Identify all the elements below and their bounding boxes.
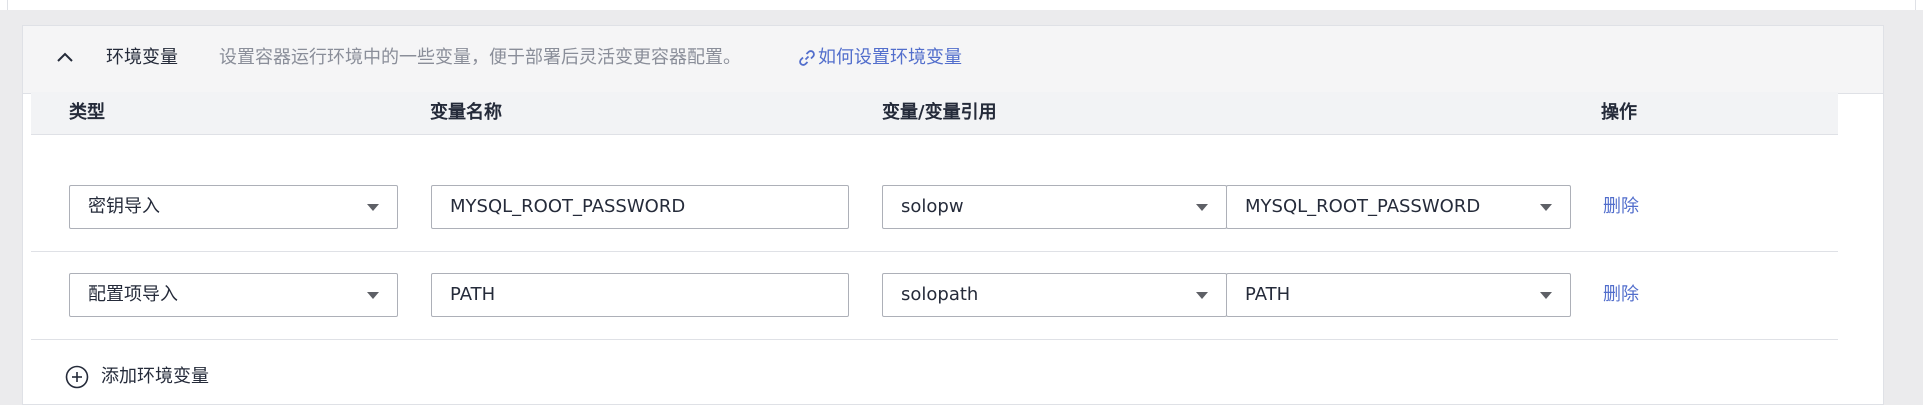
ref-source-select-value: solopath [901,284,979,305]
ref-key-select[interactable]: PATH [1226,273,1571,317]
type-select[interactable]: 密钥导入 [69,185,398,229]
caret-down-icon [367,292,379,299]
add-circle-icon [65,365,89,389]
table-header: 类型 变量名称 变量/变量引用 操作 [31,92,1838,135]
caret-down-icon [1196,204,1208,211]
column-header-name: 变量名称 [430,102,502,123]
row-divider [31,251,1838,252]
section-description: 设置容器运行环境中的一些变量，便于部署后灵活变更容器配置。 [219,47,741,68]
delete-button[interactable]: 删除 [1603,196,1639,218]
outer-card-right-border [1915,0,1916,10]
section-title: 环境变量 [106,47,178,68]
column-header-action: 操作 [1601,102,1637,123]
ref-key-select-value: PATH [1245,284,1291,305]
caret-down-icon [1540,292,1552,299]
add-env-variable-button[interactable]: 添加环境变量 [65,365,209,389]
section-header[interactable]: 环境变量 设置容器运行环境中的一些变量，便于部署后灵活变更容器配置。 如何设置环… [23,26,1883,94]
variable-name-input[interactable]: MYSQL_ROOT_PASSWORD [431,185,849,229]
caret-down-icon [367,204,379,211]
help-link[interactable]: 如何设置环境变量 [798,46,962,70]
outer-card-top [0,0,1923,10]
caret-down-icon [1196,292,1208,299]
ref-key-select[interactable]: MYSQL_ROOT_PASSWORD [1226,185,1571,229]
type-select[interactable]: 配置项导入 [69,273,398,317]
type-select-value: 配置项导入 [88,284,178,305]
chevron-up-icon[interactable] [56,50,74,64]
type-select-value: 密钥导入 [88,196,160,217]
ref-source-select[interactable]: solopw [882,185,1227,229]
variable-name-input[interactable]: PATH [431,273,849,317]
ref-key-select-value: MYSQL_ROOT_PASSWORD [1245,196,1481,217]
row-divider [31,339,1838,340]
caret-down-icon [1540,204,1552,211]
help-link-label[interactable]: 如何设置环境变量 [818,46,962,70]
add-env-variable-label[interactable]: 添加环境变量 [101,365,209,389]
column-header-value: 变量/变量引用 [882,102,997,123]
link-icon [799,50,815,66]
delete-button[interactable]: 删除 [1603,284,1639,306]
column-header-type: 类型 [69,102,105,123]
ref-source-select-value: solopw [901,196,964,217]
outer-card-left-border [7,0,8,10]
ref-source-select[interactable]: solopath [882,273,1227,317]
